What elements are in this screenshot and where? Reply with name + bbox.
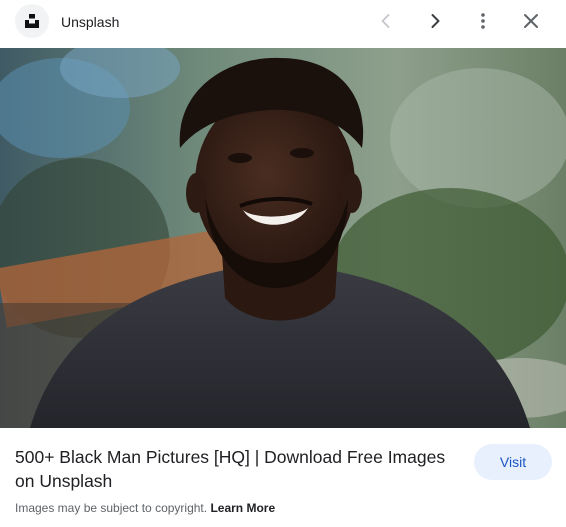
visit-button[interactable]: Visit <box>474 444 552 480</box>
chevron-left-icon <box>381 14 390 28</box>
chevron-right-icon <box>431 14 440 28</box>
next-button[interactable] <box>418 4 452 38</box>
site-name[interactable]: Unsplash <box>61 13 119 31</box>
previous-button[interactable] <box>369 4 403 38</box>
smiling-man-photo <box>0 48 566 428</box>
learn-more-link[interactable]: Learn More <box>210 501 275 515</box>
close-button[interactable] <box>514 4 548 38</box>
unsplash-logo-icon <box>25 14 39 28</box>
site-favicon[interactable] <box>15 4 49 38</box>
close-icon <box>524 14 538 28</box>
preview-image[interactable] <box>0 48 566 428</box>
result-title[interactable]: 500+ Black Man Pictures [HQ] | Download … <box>15 445 465 493</box>
copyright-text: Images may be subject to copyright. <box>15 501 208 515</box>
more-options-button[interactable] <box>466 4 500 38</box>
more-vert-icon <box>481 13 485 29</box>
preview-header: Unsplash <box>0 0 566 48</box>
copyright-notice: Images may be subject to copyright. Lear… <box>15 500 275 516</box>
